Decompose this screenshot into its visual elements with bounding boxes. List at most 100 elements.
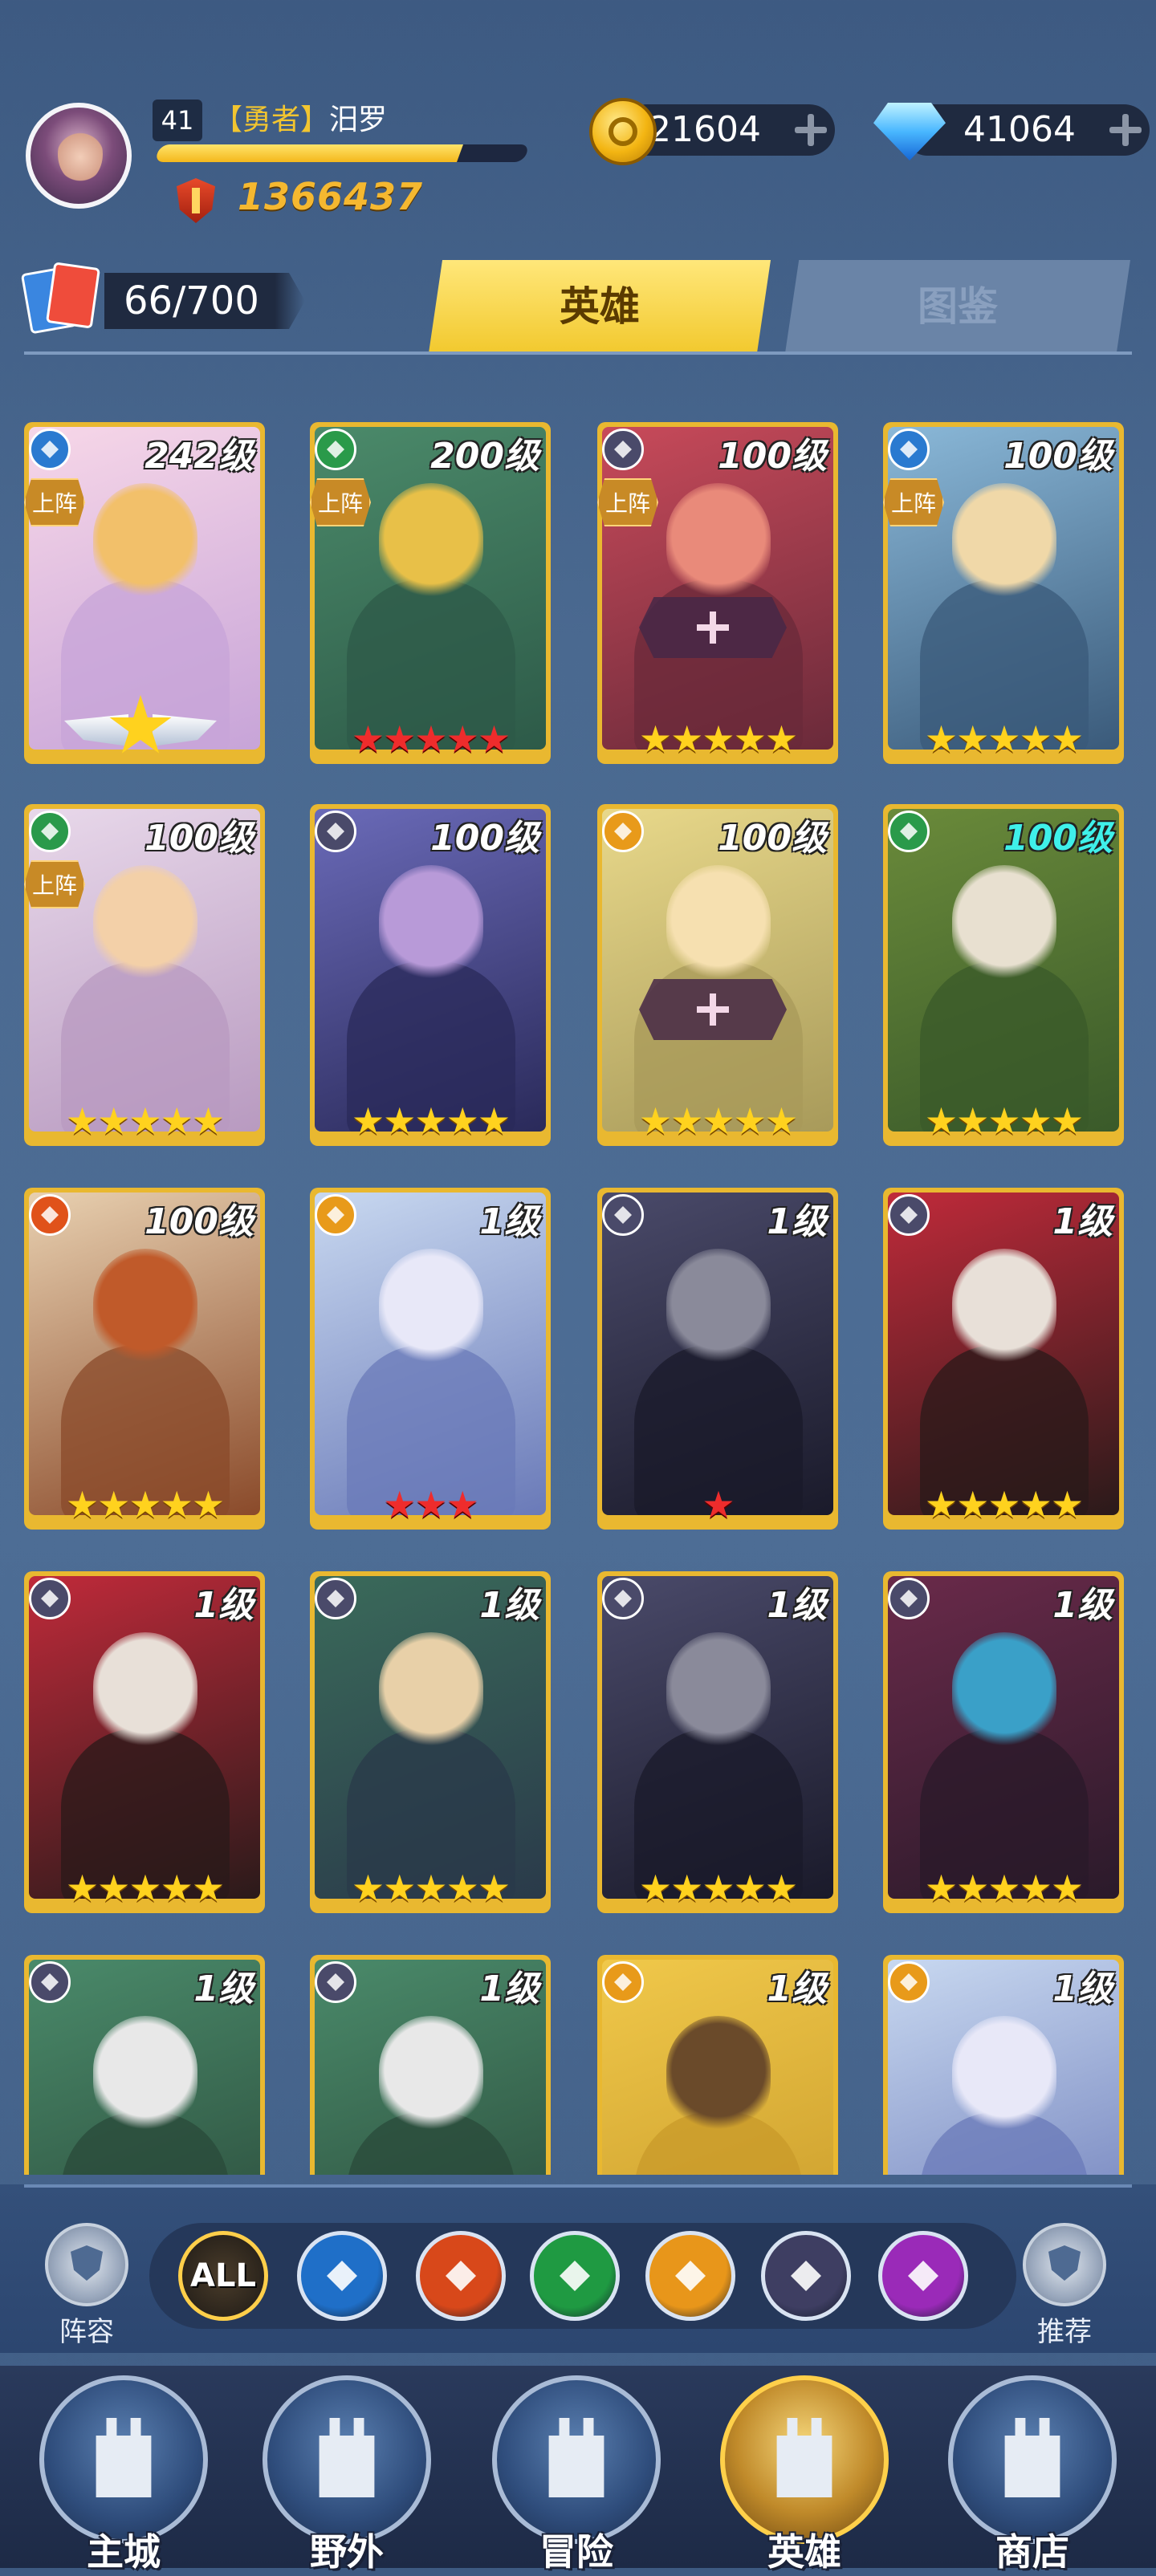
star-rating: ★★★★★ [924,717,1084,761]
hero-card[interactable]: 100级 上阵 ★★★★★ [597,422,838,764]
hero-face [93,1249,197,1369]
hero-card[interactable]: 100级 ★★★★★ [310,804,551,1146]
hero-face [952,483,1056,603]
hero-face [379,483,483,603]
nav-helmet-button[interactable]: 英雄 [713,2375,896,2574]
filter-light-button[interactable] [645,2231,735,2321]
hero-card[interactable]: 1级 [597,1955,838,2175]
xp-bar-fill [153,144,464,162]
hero-level: 1级 [479,1585,539,1626]
nav-label: 野外 [310,2530,384,2574]
lineup-shield-icon [45,2223,128,2306]
hero-face [666,1249,771,1369]
tab-collection[interactable]: 图鉴 [785,260,1130,353]
tab-heroes[interactable]: 英雄 [429,260,771,353]
player-level: 41 [153,100,202,141]
wind-element-icon [29,811,71,852]
nav-sword-button[interactable]: 冒险 [485,2375,668,2574]
xp-bar [153,144,531,162]
fire-element-icon [29,1194,71,1236]
hero-face [666,483,771,603]
nav-label: 英雄 [767,2530,841,2574]
add-gold-button[interactable] [795,114,827,146]
hero-face [952,2016,1056,2136]
recommend-label: 推荐 [1037,2316,1092,2348]
hero-card[interactable]: 100级 ★★★★★ [24,1188,265,1530]
hero-level: 100级 [1003,436,1113,477]
hero-face [379,1632,483,1753]
player-info: 41 【勇者】汨罗 [153,100,538,167]
hero-face [666,1632,771,1753]
hero-level: 100级 [430,818,539,859]
hero-face [379,1249,483,1369]
hero-card[interactable]: 1级 ★★★★★ [883,1188,1124,1530]
hero-face [93,483,197,603]
water-element-icon [29,429,71,470]
hero-card[interactable]: 1级 [883,1955,1124,2175]
gold-coin-icon [589,98,657,165]
nav-label: 冒险 [539,2530,613,2574]
hero-card[interactable]: 1级 ★★★★★ [597,1571,838,1913]
hero-level: 1级 [479,1969,539,2009]
player-title-tag: 【勇者】 [214,104,330,136]
hero-face [952,1632,1056,1753]
filter-chaos-button[interactable] [878,2231,968,2321]
lineup-button[interactable]: 阵容 [39,2223,135,2348]
hero-card[interactable]: 100级 ★★★★★ [883,804,1124,1146]
star-rating: ★★★★★ [65,1099,225,1143]
hero-card[interactable]: 100级 上阵 ★★★★★ [883,422,1124,764]
hero-card[interactable]: 1级 [310,1955,551,2175]
hero-card[interactable]: 1级 ★★★★★ [883,1571,1124,1913]
add-diamond-button[interactable] [1109,114,1142,146]
hero-cards-icon [20,262,101,335]
star-rating: ★★★★★ [351,717,511,761]
player-name: 【勇者】汨罗 [214,100,387,141]
nav-castle-button[interactable]: 主城 [32,2375,215,2574]
deployed-badge: 上阵 [310,478,371,526]
hero-grid: 242级 上阵 200级 上阵 ★★★★★ 100级 上阵 ★★★★★ 100级 上阵 ★★★★★ 1… [0,369,1156,2175]
hero-card[interactable]: 100级 上阵 ★★★★★ [24,804,265,1146]
hero-face [93,865,197,985]
filter-fire-button[interactable] [416,2231,506,2321]
star-rating: ★★★★★ [65,1867,225,1910]
hero-card[interactable]: 242级 上阵 [24,422,265,764]
filter-wind-button[interactable] [530,2231,620,2321]
filter-all-label: ALL [190,2257,256,2294]
deployed-badge: 上阵 [24,478,85,526]
light-element-icon [602,1961,644,2003]
star-rating: ★★★★★ [924,1867,1084,1910]
hero-card[interactable]: 1级 [24,1955,265,2175]
star-rating: ★★★★★ [924,1483,1084,1526]
filter-all-button[interactable]: ALL [178,2231,268,2321]
dark-element-icon [602,1578,644,1619]
dark-element-icon [29,1961,71,2003]
hero-level: 200级 [430,436,539,477]
hero-card[interactable]: 1级 ★ [597,1188,838,1530]
nav-shop-button[interactable]: 商店 [941,2375,1124,2574]
player-avatar[interactable] [26,103,132,209]
star-rating: ★★★★★ [65,1483,225,1526]
hero-card[interactable]: 1级 ★★★★★ [310,1571,551,1913]
recommend-button[interactable]: 推荐 [1016,2223,1113,2348]
thumbs-up-icon [1023,2223,1106,2306]
wind-element-icon [315,429,356,470]
hero-card[interactable]: 100级 ★★★★★ [597,804,838,1146]
nav-portal-button[interactable]: 野外 [255,2375,438,2574]
hero-card[interactable]: 200级上阵 ★★★★★ [310,422,551,764]
filter-dark-button[interactable] [761,2231,851,2321]
cross-emblem-icon [639,979,787,1040]
light-element-icon [602,811,644,852]
dark-element-icon [315,1961,356,2003]
hero-level: 100级 [718,818,827,859]
deployed-badge: 上阵 [24,860,85,908]
filter-water-button[interactable] [297,2231,387,2321]
hero-level: 1级 [479,1201,539,1242]
nav-label: 商店 [995,2530,1069,2574]
hero-face [666,865,771,985]
tab-underline [24,351,1132,355]
hero-card[interactable]: 1级 ★★★★★ [24,1571,265,1913]
hero-card[interactable]: 1级 ★★★ [310,1188,551,1530]
hero-face [93,2016,197,2136]
star-rating: ★★★★★ [638,1867,798,1910]
hero-level: 1级 [1052,1585,1113,1626]
